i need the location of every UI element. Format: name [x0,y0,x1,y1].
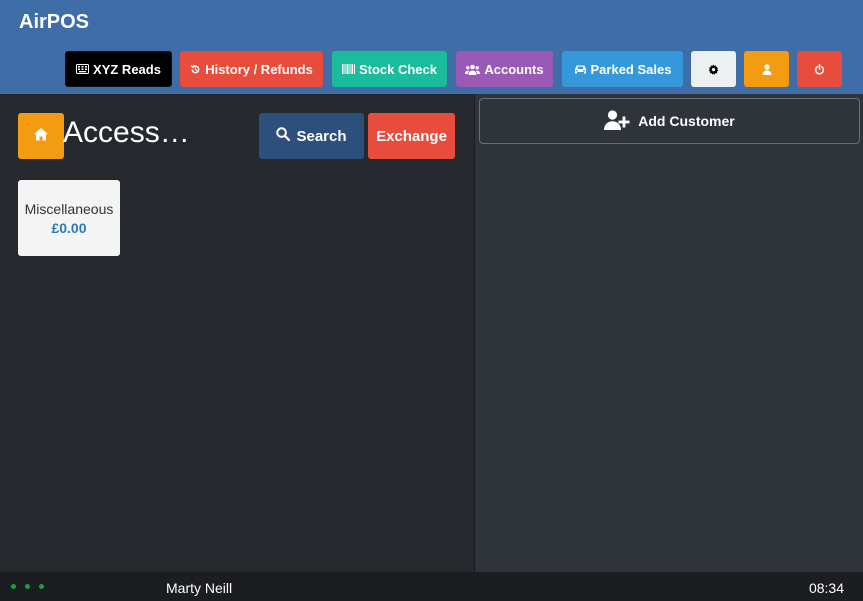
search-icon [276,127,291,145]
user-button[interactable] [744,51,789,87]
status-dot [39,584,44,589]
history-refunds-button[interactable]: History / Refunds [180,51,323,87]
stock-check-button[interactable]: Stock Check [332,51,447,87]
category-title: Access… [63,116,190,149]
barcode-icon [341,64,355,74]
power-icon [814,63,825,75]
parked-sales-button[interactable]: Parked Sales [562,51,683,87]
add-customer-label: Add Customer [638,113,735,129]
home-icon [33,127,49,146]
settings-button[interactable] [691,51,736,87]
user-icon [762,63,772,75]
connection-indicator [11,584,44,589]
accounts-button[interactable]: Accounts [456,51,553,87]
accounts-label: Accounts [484,61,544,77]
xyz-reads-label: XYZ Reads [93,61,161,77]
parked-sales-label: Parked Sales [590,61,672,77]
product-name: Miscellaneous [24,200,114,217]
keyboard-icon [76,64,90,74]
exchange-button[interactable]: Exchange [368,113,455,159]
stock-check-label: Stock Check [358,61,438,77]
top-bar: AirPOS XYZ Reads History / Refunds Stock… [0,0,863,94]
app-title: AirPOS [19,11,90,33]
status-dot [25,584,30,589]
users-icon [465,64,481,75]
product-panel: Access… Search Exchange Miscellaneous £0… [0,94,474,572]
logged-in-user: Marty Neill [166,580,233,596]
gear-icon [708,63,719,75]
status-bar: Marty Neill 08:34 [0,572,863,601]
cart-panel: Add Customer [475,94,863,572]
home-button[interactable] [18,113,64,159]
xyz-reads-button[interactable]: XYZ Reads [65,51,172,87]
search-button[interactable]: Search [259,113,364,159]
car-icon [574,64,587,75]
status-dot [11,584,16,589]
history-icon [190,64,201,75]
search-label: Search [296,127,347,145]
history-refunds-label: History / Refunds [205,61,313,77]
product-price: £0.00 [51,219,87,236]
user-plus-icon [604,109,630,133]
product-tile[interactable]: Miscellaneous £0.00 [18,180,120,256]
clock: 08:34 [808,580,844,596]
logout-button[interactable] [797,51,842,87]
add-customer-button[interactable]: Add Customer [479,98,860,144]
